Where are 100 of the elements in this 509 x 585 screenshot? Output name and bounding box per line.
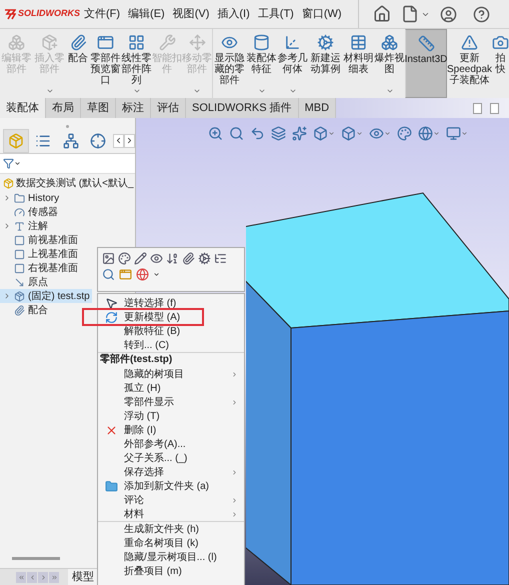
nav-button[interactable] (49, 572, 59, 582)
panel-toggle-icon[interactable] (473, 102, 482, 114)
tree-item[interactable]: History (0, 191, 62, 205)
scrollbar-thumb[interactable] (12, 557, 60, 560)
wrench-icon (158, 34, 176, 51)
menu-item[interactable]: 窗口(W) (302, 6, 342, 22)
menu-item[interactable]: 工具(T) (258, 6, 294, 22)
ribbon-tab[interactable]: 草图 (81, 98, 116, 118)
context-menu-item[interactable]: 逆转选择 (f) (98, 296, 244, 310)
tree-item[interactable]: 原点 (0, 275, 50, 289)
context-menu-item[interactable]: 隐藏的树项目 (98, 367, 244, 381)
ribbon-tab[interactable]: SOLIDWORKS 插件 (186, 98, 299, 118)
nav-button[interactable] (38, 572, 48, 582)
image-icon[interactable] (102, 252, 115, 265)
ribbon-tab[interactable]: 标注 (116, 98, 151, 118)
layers-icon[interactable] (271, 126, 286, 141)
paperclip-icon (70, 34, 86, 51)
globe-icon[interactable] (418, 126, 433, 141)
caret-icon (386, 87, 394, 95)
model-tab[interactable]: 模型 (68, 568, 98, 585)
expand-icon[interactable] (3, 222, 11, 230)
ribbon-tab[interactable]: 布局 (46, 98, 81, 118)
eye-icon[interactable] (369, 126, 384, 141)
pencil-icon[interactable] (134, 252, 147, 265)
list-icon (35, 133, 52, 149)
zoom-icon[interactable] (208, 126, 223, 141)
panel-toggle-icon[interactable] (490, 102, 499, 114)
menu-item[interactable]: 视图(V) (172, 6, 210, 22)
ribbon-button[interactable]: 拍快 (492, 29, 509, 98)
context-menu-item[interactable]: 孤立 (H) (98, 381, 244, 395)
context-menu-item[interactable]: 父子关系... (_) (98, 451, 244, 465)
home-icon[interactable] (372, 5, 391, 23)
ribbon-button[interactable]: 零部件预览窗口 (90, 29, 121, 98)
plane-icon (14, 248, 25, 260)
tree-item[interactable]: 配合 (0, 303, 50, 317)
nav-button[interactable] (16, 572, 26, 582)
palette-icon[interactable] (397, 126, 412, 141)
scroll-right-button[interactable] (124, 134, 135, 148)
context-menu-item[interactable]: 外部参考(A)... (98, 437, 244, 451)
ribbon-tab[interactable]: MBD (298, 98, 336, 118)
caret-icon[interactable] (153, 271, 160, 278)
context-menu-item[interactable]: 更新模型 (A) (82, 308, 204, 326)
ribbon-button[interactable]: Instant3D (405, 29, 447, 98)
ribbon-button[interactable]: 新建运动算例 (308, 29, 343, 98)
context-menu-item[interactable]: 零部件显示 (98, 395, 244, 409)
tree-item[interactable]: 传感器 (0, 205, 60, 219)
tree-item[interactable]: 前视基准面 (0, 233, 80, 247)
menu-item[interactable]: 编辑(E) (128, 6, 165, 22)
expand-icon[interactable] (3, 194, 11, 202)
search-icon[interactable] (229, 126, 244, 141)
undo-icon[interactable] (250, 126, 265, 141)
ribbon-button[interactable]: 参考几何体 (277, 29, 308, 98)
caret-icon (258, 87, 266, 95)
nav-button[interactable] (27, 572, 37, 582)
context-menu-item[interactable]: 折叠项目 (m) (98, 564, 244, 578)
gear-icon[interactable] (198, 252, 211, 265)
tree-item[interactable]: (固定) test.stp (0, 289, 92, 303)
context-menu-item[interactable]: 评论 (98, 493, 244, 507)
ribbon-button[interactable]: 更新Speedpak子装配体 (447, 29, 492, 98)
help-icon[interactable] (472, 6, 490, 22)
monitor-icon[interactable] (446, 126, 461, 141)
cube-icon[interactable] (313, 126, 328, 141)
sparkle-icon[interactable] (292, 126, 307, 141)
ribbon-tab[interactable]: 装配体 (0, 98, 46, 118)
cuboid-icon[interactable] (341, 126, 356, 141)
tree-item[interactable]: 上视基准面 (0, 247, 80, 261)
context-menu-item[interactable]: 添加到新文件夹 (a) (98, 479, 244, 493)
tree-root[interactable]: 数据交换测试 (默认<默认_ (16, 176, 134, 191)
sort-icon[interactable] (166, 252, 179, 265)
context-menu-item[interactable]: 转到... (C) (98, 338, 244, 352)
context-menu-item[interactable]: 浮动 (T) (98, 409, 244, 423)
search-icon[interactable] (102, 268, 115, 281)
ribbon-button[interactable]: 装配体特征 (246, 29, 277, 98)
ribbon-button[interactable]: 配合 (66, 29, 90, 98)
ribbon-button[interactable]: 爆炸视图 (374, 29, 405, 98)
context-menu-item[interactable]: 重命名树项目 (k) (98, 536, 244, 550)
user-icon[interactable] (440, 6, 457, 22)
paperclip-icon[interactable] (182, 252, 195, 265)
palette-icon[interactable] (118, 252, 131, 265)
ribbon-button[interactable]: 材料明细表 (343, 29, 374, 98)
document-icon[interactable] (400, 5, 419, 23)
context-menu-item[interactable]: 隐藏/显示树项目... (l) (98, 550, 244, 564)
context-menu-item[interactable]: 保存选择 (98, 465, 244, 479)
menu-item[interactable]: 插入(I) (217, 6, 250, 22)
ribbon-tab[interactable]: 评估 (151, 98, 186, 118)
context-menu-item[interactable]: 解散特征 (B) (98, 324, 244, 338)
globe-icon[interactable] (136, 268, 149, 281)
tree-item[interactable]: 注解 (0, 219, 50, 233)
menu-item[interactable]: 文件(F) (84, 6, 120, 22)
context-menu-item[interactable]: 材料 (98, 507, 244, 521)
expand-icon[interactable] (3, 292, 11, 300)
ribbon-button[interactable]: 线性零部件阵列 (121, 29, 152, 98)
context-menu-item[interactable]: 删除 (I) (98, 423, 244, 437)
grip-icon[interactable] (66, 125, 69, 128)
list-icon[interactable] (214, 252, 227, 265)
scroll-left-button[interactable] (112, 134, 124, 148)
folder-icon (104, 480, 118, 492)
tree-item[interactable]: 右视基准面 (0, 261, 80, 275)
eye-icon[interactable] (150, 252, 163, 265)
context-menu-item[interactable]: 生成新文件夹 (h) (98, 522, 244, 536)
